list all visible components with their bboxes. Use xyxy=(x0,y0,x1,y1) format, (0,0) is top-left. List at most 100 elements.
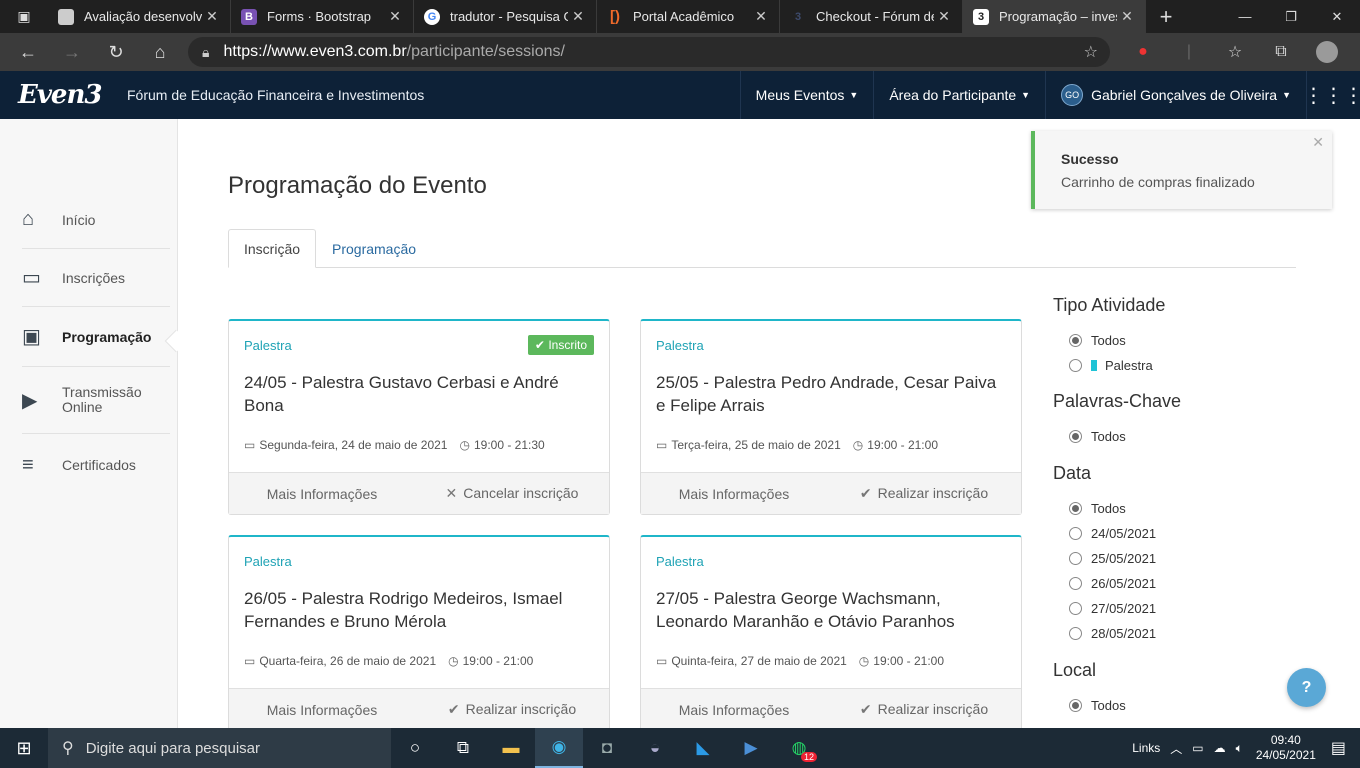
filter-option[interactable]: 28/05/2021 xyxy=(1053,621,1293,646)
filter-option[interactable]: 27/05/2021 xyxy=(1053,596,1293,621)
collections-icon[interactable]: ⧉ xyxy=(1258,43,1304,61)
close-icon[interactable]: ✕ xyxy=(934,8,954,25)
sidebar-item-transmissao[interactable]: ▶ Transmissão Online xyxy=(22,367,170,434)
windows-start-icon[interactable]: ⊞ xyxy=(0,738,48,759)
close-icon[interactable]: ✕ xyxy=(1312,134,1324,151)
radio-checked[interactable] xyxy=(1069,502,1082,515)
help-chat-button[interactable]: ? xyxy=(1287,668,1326,707)
filter-option[interactable]: Palestra xyxy=(1053,353,1293,378)
radio[interactable] xyxy=(1069,577,1082,590)
radio-checked[interactable] xyxy=(1069,430,1082,443)
close-icon[interactable]: ✕ xyxy=(568,8,588,25)
notifications-icon[interactable]: ▤ xyxy=(1331,738,1346,758)
whatsapp-icon[interactable]: ◍ 12 xyxy=(775,728,823,768)
task-view-icon[interactable]: ⧉ xyxy=(439,728,487,768)
close-icon[interactable]: ✕ xyxy=(1117,8,1137,25)
cloud-icon[interactable]: ☁ xyxy=(1214,741,1226,755)
home-browser-icon[interactable]: ⌂ xyxy=(138,42,182,63)
session-time: 19:00 - 21:30 xyxy=(473,438,545,452)
filter-option[interactable]: 24/05/2021 xyxy=(1053,521,1293,546)
window-menu-icon[interactable]: ▣ xyxy=(0,0,48,33)
even3-logo[interactable]: Even3 xyxy=(18,80,127,110)
browser-tab[interactable]: B Forms · Bootstrap ✕ xyxy=(231,0,414,33)
close-icon[interactable]: ✕ xyxy=(751,8,771,25)
close-icon[interactable]: ✕ xyxy=(202,8,222,25)
browser-tab[interactable]: [) Portal Acadêmico ✕ xyxy=(597,0,780,33)
discord-icon[interactable]: ◘ xyxy=(583,728,631,768)
links-toolbar[interactable]: Links xyxy=(1132,741,1160,755)
file-explorer-icon[interactable]: ▬ xyxy=(487,728,535,768)
session-card: Palestra 26/05 - Palestra Rodrigo Medeir… xyxy=(228,535,610,731)
new-tab-button[interactable]: + xyxy=(1146,0,1186,33)
tab-inscricao[interactable]: Inscrição xyxy=(228,229,317,268)
sidebar-item-programacao[interactable]: ▣ Programação xyxy=(22,307,170,367)
add-favorite-icon[interactable]: ☆ xyxy=(1084,42,1098,62)
taskbar-search[interactable]: ⚲ Digite aqui para pesquisar xyxy=(48,728,391,768)
powershell-icon[interactable]: ▶ xyxy=(727,728,775,768)
edge-icon[interactable]: ◉ xyxy=(535,728,583,768)
volume-icon[interactable]: 🔈︎ xyxy=(1236,741,1243,756)
user-menu[interactable]: GO Gabriel Gonçalves de Oliveira ▼ xyxy=(1045,71,1306,119)
more-info-button[interactable]: Mais Informações xyxy=(229,702,415,718)
profile-avatar[interactable] xyxy=(1316,41,1338,63)
filter-option[interactable]: 26/05/2021 xyxy=(1053,571,1293,596)
filter-option[interactable]: Todos xyxy=(1053,424,1293,449)
sidebar-item-inscricoes[interactable]: ▭ Inscrições xyxy=(22,249,170,307)
vscode-icon[interactable]: ◣ xyxy=(679,728,727,768)
browser-tab-active[interactable]: 3 Programação – invest ✕ xyxy=(963,0,1146,33)
back-icon[interactable]: ← xyxy=(6,42,50,63)
filter-option[interactable]: Todos xyxy=(1053,693,1293,718)
divider: | xyxy=(1186,43,1192,60)
network-icon[interactable]: ▭ xyxy=(1192,741,1203,755)
more-info-button[interactable]: Mais Informações xyxy=(229,486,415,502)
event-name[interactable]: Fórum de Educação Financeira e Investime… xyxy=(127,87,424,103)
filter-option[interactable]: Todos xyxy=(1053,328,1293,353)
session-date: Quinta-feira, 27 de maio de 2021 xyxy=(671,654,847,668)
refresh-icon[interactable]: ↻ xyxy=(94,42,138,63)
chevron-up-icon[interactable]: ︿ xyxy=(1170,740,1182,757)
clock[interactable]: 09:40 24/05/2021 xyxy=(1256,733,1316,763)
radio[interactable] xyxy=(1069,552,1082,565)
more-menu-icon[interactable]: ⋯ xyxy=(1350,42,1360,62)
register-button[interactable]: ✔ Realizar inscrição xyxy=(827,701,1021,718)
sidebar-item-inicio[interactable]: ⌂ Início xyxy=(22,191,170,249)
participant-area-menu[interactable]: Área do Participante ▼ xyxy=(873,71,1045,119)
tab-programacao[interactable]: Programação xyxy=(317,229,431,268)
ticket-icon: ▭ xyxy=(22,267,41,289)
minimize-icon[interactable]: — xyxy=(1222,0,1268,33)
favorites-icon[interactable]: ☆ xyxy=(1212,42,1258,62)
cancel-registration-button[interactable]: ✕ Cancelar inscrição xyxy=(415,485,609,502)
cortana-icon[interactable]: ○ xyxy=(391,728,439,768)
radio[interactable] xyxy=(1069,527,1082,540)
radio[interactable] xyxy=(1069,359,1082,372)
radio-checked[interactable] xyxy=(1069,334,1082,347)
register-button[interactable]: ✔ Realizar inscrição xyxy=(415,701,609,718)
extension-icon[interactable]: ● xyxy=(1120,43,1166,61)
forward-icon[interactable]: → xyxy=(50,42,94,63)
filters-panel: Tipo Atividade Todos Palestra Palavras-C… xyxy=(1053,295,1293,718)
sidebar-item-certificados[interactable]: ≡ Certificados xyxy=(22,434,170,496)
filter-option[interactable]: Todos xyxy=(1053,496,1293,521)
radio[interactable] xyxy=(1069,627,1082,640)
browser-tab[interactable]: Avaliação desenvolvim ✕ xyxy=(48,0,231,33)
eclipse-icon[interactable]: ◒ xyxy=(631,728,679,768)
filter-option[interactable]: 25/05/2021 xyxy=(1053,546,1293,571)
close-window-icon[interactable]: ✕ xyxy=(1314,0,1360,33)
check-icon: ✔ xyxy=(859,485,872,501)
toast-title: Sucesso xyxy=(1061,151,1119,167)
more-info-button[interactable]: Mais Informações xyxy=(641,486,827,502)
radio[interactable] xyxy=(1069,602,1082,615)
restore-icon[interactable]: ❐ xyxy=(1268,0,1314,33)
session-type: Palestra xyxy=(656,554,704,569)
browser-tab[interactable]: 3 Checkout - Fórum de ✕ xyxy=(780,0,963,33)
more-info-button[interactable]: Mais Informações xyxy=(641,702,827,718)
close-icon[interactable]: ✕ xyxy=(385,8,405,25)
apps-grid-icon[interactable]: ⋮⋮⋮ xyxy=(1304,71,1360,119)
register-button[interactable]: ✔ Realizar inscrição xyxy=(827,485,1021,502)
search-placeholder: Digite aqui para pesquisar xyxy=(85,739,260,757)
url-field[interactable]: 🔒︎ https://www.even3.com.br/participante… xyxy=(188,37,1110,67)
radio-checked[interactable] xyxy=(1069,699,1082,712)
participant-area-label: Área do Participante xyxy=(889,87,1017,103)
my-events-menu[interactable]: Meus Eventos ▼ xyxy=(739,71,874,119)
browser-tab[interactable]: G tradutor - Pesquisa Go ✕ xyxy=(414,0,597,33)
